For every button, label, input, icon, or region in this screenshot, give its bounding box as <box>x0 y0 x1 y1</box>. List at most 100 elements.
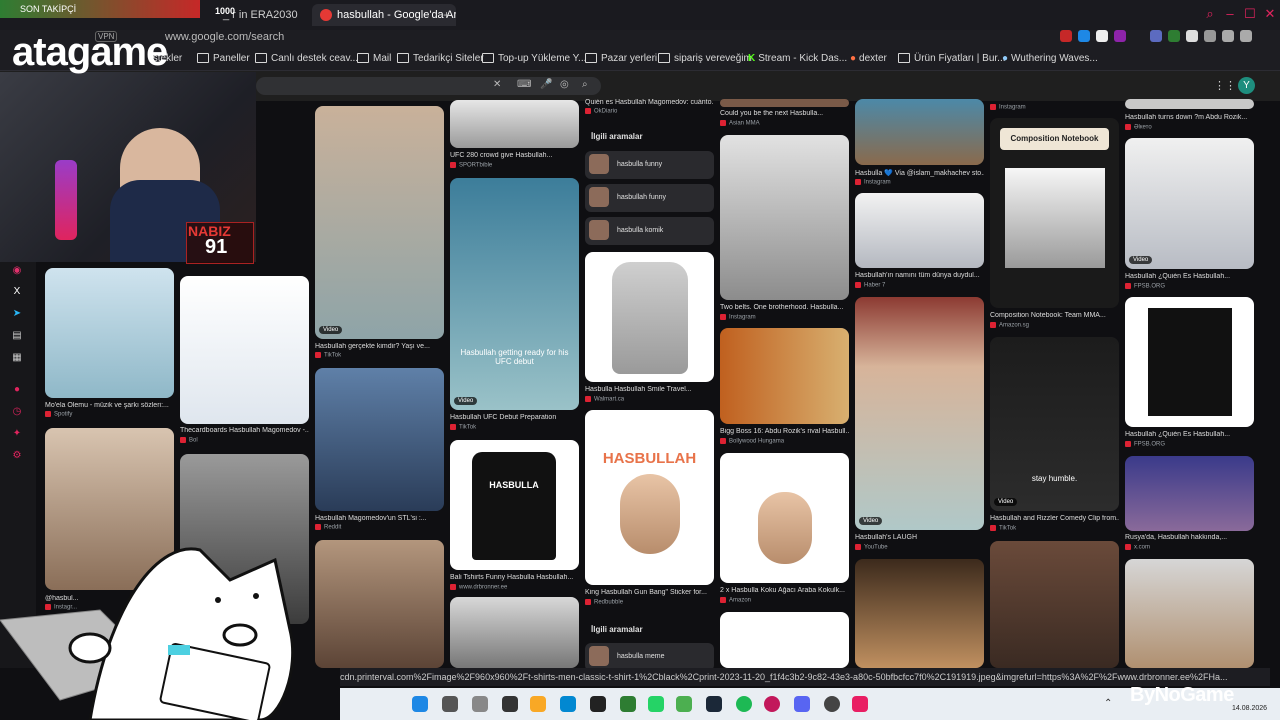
close-window-icon[interactable]: ✕ <box>1262 6 1278 22</box>
result-caption[interactable]: UFC 280 crowd give Hasbullah... <box>450 152 579 159</box>
result-caption[interactable]: Hasbullah UFC Debut Preparation <box>450 414 579 421</box>
start-icon[interactable] <box>412 696 428 712</box>
extension-icon[interactable] <box>1168 30 1180 42</box>
app-icon[interactable] <box>676 696 692 712</box>
result-caption[interactable]: Quién es Hasbullah Magomedov: cuánto... <box>585 99 714 106</box>
image-result[interactable] <box>855 297 984 530</box>
obs-icon[interactable] <box>824 696 840 712</box>
bookmark-tedarikci[interactable]: Tedarikçi Siteler <box>397 53 484 64</box>
image-result[interactable] <box>720 135 849 300</box>
result-caption[interactable]: Could you be the next Hasbulla... <box>720 110 849 117</box>
image-result[interactable] <box>1125 456 1254 531</box>
result-caption[interactable]: Hasbulla 💙 Via @islam_makhachev sto... <box>855 169 984 177</box>
related-search-item[interactable]: hasbullah funny <box>585 184 714 212</box>
related-search-item[interactable]: hasbulla funny <box>585 151 714 179</box>
clear-search-button[interactable]: ✕ <box>493 79 501 90</box>
file-explorer-icon[interactable] <box>530 696 546 712</box>
related-search-item[interactable]: hasbulla komik <box>585 217 714 245</box>
image-result[interactable] <box>990 541 1119 668</box>
task-view-icon[interactable] <box>472 696 488 712</box>
image-result[interactable] <box>450 597 579 668</box>
search-icon[interactable]: ⌕ <box>582 79 588 90</box>
bookmark-stream-kick[interactable]: K Stream - Kick Das... <box>748 53 847 64</box>
result-caption[interactable]: Hasbulla Hasbullah Smile Travel... <box>585 386 714 393</box>
minecraft-icon[interactable] <box>620 696 636 712</box>
opera-gx-icon[interactable] <box>764 696 780 712</box>
download-icon[interactable] <box>1222 30 1234 42</box>
image-result[interactable] <box>450 178 579 410</box>
image-result[interactable] <box>720 328 849 424</box>
image-result[interactable] <box>990 337 1119 511</box>
image-result[interactable] <box>855 193 984 268</box>
result-caption[interactable]: Hasbullah'ın namını tüm dünya duydul... <box>855 272 984 279</box>
extension-icon[interactable] <box>1150 30 1162 42</box>
app-icon[interactable] <box>502 696 518 712</box>
result-caption[interactable]: Bigg Boss 16: Abdu Rozik's rival Hasbull… <box>720 428 849 435</box>
image-result[interactable] <box>720 612 849 668</box>
result-caption[interactable]: Rusya'da, Hasbullah hakkında,... <box>1125 534 1254 541</box>
image-result[interactable] <box>1125 559 1254 668</box>
image-result[interactable] <box>720 99 849 107</box>
related-search-item[interactable]: hasbulla meme <box>585 643 714 671</box>
result-caption[interactable]: Hasbullah gerçekte kimdir? Yaşı ve... <box>315 343 444 350</box>
profile-avatar[interactable]: Y <box>1238 77 1255 94</box>
image-result[interactable] <box>315 106 444 339</box>
bookmark-wuthering[interactable]: ● Wuthering Waves... <box>1002 53 1098 64</box>
result-caption[interactable]: Hasbullah turns down ?m Abdu Rozik... <box>1125 114 1254 121</box>
result-caption[interactable]: Hasbullah's LAUGH <box>855 534 984 541</box>
result-caption[interactable]: Thecardboards Hasbullah Magomedov -... <box>180 427 309 434</box>
result-caption[interactable]: Hasbullah ¿Quién Es Hasbullah... <box>1125 273 1254 280</box>
notes-icon[interactable]: ▤ <box>11 330 23 342</box>
image-result[interactable] <box>45 268 174 398</box>
result-caption[interactable]: Hasbullah ¿Quién Es Hasbullah... <box>1125 431 1254 438</box>
settings-icon[interactable]: ⚙ <box>11 450 23 462</box>
image-result[interactable] <box>450 100 579 148</box>
puzzle-icon[interactable] <box>1204 30 1216 42</box>
image-result[interactable] <box>180 276 309 424</box>
steam-icon[interactable] <box>706 696 722 712</box>
whatsapp-icon[interactable] <box>648 696 664 712</box>
result-caption[interactable]: Two belts. One brotherhood. Hasbulla... <box>720 304 849 311</box>
x-icon[interactable]: X <box>11 286 23 298</box>
apps-grid-icon[interactable]: ⋮⋮ <box>1214 79 1236 92</box>
result-caption[interactable]: Bali Tshirts Funny Hasbulla Hasbullah... <box>450 574 579 581</box>
search-icon[interactable] <box>442 696 458 712</box>
spotify-icon[interactable] <box>736 696 752 712</box>
search-tabs-icon[interactable]: ⌕ <box>1202 6 1218 22</box>
extension-icon[interactable] <box>1114 30 1126 42</box>
result-caption[interactable]: King Hasbullah Gun Bang" Sticker for... <box>585 589 714 596</box>
spotify-icon[interactable]: ● <box>11 384 23 396</box>
extension-icon[interactable] <box>1186 30 1198 42</box>
app-icon[interactable] <box>590 696 606 712</box>
image-result[interactable] <box>855 99 984 165</box>
microphone-icon[interactable]: 🎤 <box>540 79 552 90</box>
discord-icon[interactable] <box>794 696 810 712</box>
apps-icon[interactable]: ▦ <box>11 352 23 364</box>
extensions-icon[interactable]: ✦ <box>11 428 23 440</box>
history-icon[interactable]: ◷ <box>11 406 23 418</box>
extension-icon[interactable] <box>1060 30 1072 42</box>
edge-icon[interactable] <box>560 696 576 712</box>
result-caption[interactable]: Hasbullah and Rizzler Comedy Clip from..… <box>990 515 1119 522</box>
lens-icon[interactable]: ◎ <box>560 79 569 90</box>
bookmark-paneller[interactable]: Paneller <box>197 53 250 64</box>
image-result[interactable] <box>315 368 444 511</box>
bookmark-topup[interactable]: Top-up Yükleme Y... <box>482 53 586 64</box>
tray-chevron-icon[interactable]: ⌃ <box>1104 698 1112 709</box>
app-icon[interactable] <box>852 696 868 712</box>
bookmark-urun-fiyatlari[interactable]: Ürün Fiyatları | Bur... <box>898 53 1006 64</box>
telegram-icon[interactable]: ➤ <box>11 308 23 320</box>
new-tab-button[interactable]: + <box>443 8 450 22</box>
bookmark-dexter[interactable]: ● dexter <box>850 53 887 64</box>
result-caption[interactable]: Mo'ela Olemu - müzik ve şarkı sözleri:..… <box>45 402 174 409</box>
keyboard-icon[interactable]: ⌨ <box>517 79 531 90</box>
result-caption[interactable]: 2 x Hasbulla Koku Ağacı Araba Kokulk... <box>720 587 849 594</box>
bookmark-pazar[interactable]: Pazar yerleri <box>585 53 657 64</box>
image-result[interactable] <box>1125 138 1254 269</box>
bookmark-mail[interactable]: Mail <box>357 53 391 64</box>
menu-icon[interactable] <box>1240 30 1252 42</box>
minimize-icon[interactable]: – <box>1222 6 1238 22</box>
bookmark-canli-destek[interactable]: Canlı destek ceav... <box>255 53 358 64</box>
maximize-icon[interactable]: ☐ <box>1242 6 1258 22</box>
instagram-icon[interactable]: ◉ <box>11 265 23 277</box>
